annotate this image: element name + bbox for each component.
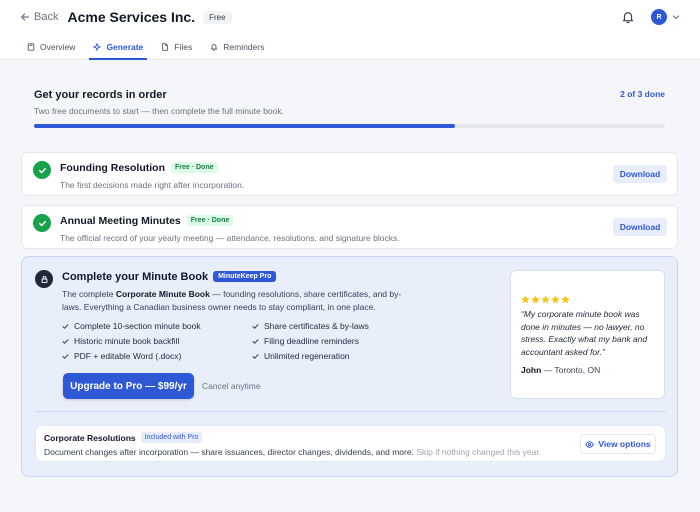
document-description: The first decisions made right after inc… — [60, 180, 245, 190]
star-icon — [541, 295, 550, 304]
corp-title: Corporate Resolutions — [44, 433, 136, 443]
document-title-row: Annual Meeting Minutes Free · Done — [60, 214, 234, 227]
author-name: John — [521, 365, 542, 375]
pro-title-row: Complete your Minute Book MinuteKeep Pro — [62, 270, 277, 283]
top-bar: Back Acme Services Inc. Free R — [0, 0, 700, 34]
tab-reminders[interactable]: Reminders — [206, 34, 268, 59]
document-title-row: Founding Resolution Free · Done — [60, 161, 218, 174]
document-card-annual-meeting-minutes: Annual Meeting Minutes Free · Done The of… — [21, 205, 678, 249]
user-avatar[interactable]: R — [651, 9, 667, 25]
eye-icon — [585, 440, 595, 448]
tab-label: Generate — [106, 41, 144, 52]
document-description: The official record of your yearly meeti… — [60, 233, 400, 243]
author-location: — Toronto, ON — [541, 365, 601, 375]
plan-badge: Free — [203, 10, 232, 24]
arrow-left-icon — [21, 13, 29, 21]
status-badge: Free · Done — [186, 214, 234, 226]
view-options-button[interactable]: View options — [580, 434, 656, 454]
document-title: Annual Meeting Minutes — [60, 215, 181, 227]
feature-item: Unlimited regeneration — [252, 351, 442, 361]
pro-desc-prefix: The complete — [62, 289, 116, 299]
done-check — [33, 214, 51, 232]
account-menu-toggle[interactable] — [672, 13, 680, 21]
feature-label: PDF + editable Word (.docx) — [74, 351, 182, 361]
tab-bar: Overview Generate Files Reminders — [0, 34, 700, 60]
back-button[interactable]: Back — [20, 11, 58, 23]
check-icon — [252, 323, 259, 329]
divider — [35, 411, 666, 412]
tab-label: Overview — [40, 41, 76, 52]
cancel-anytime-note: Cancel anytime — [202, 381, 261, 391]
check-icon — [38, 220, 46, 226]
tab-generate[interactable]: Generate — [89, 34, 148, 60]
status-badge: Free · Done — [170, 161, 218, 173]
book-icon — [27, 42, 35, 51]
feature-label: Unlimited regeneration — [264, 351, 350, 361]
included-badge: Included with Pro — [140, 432, 203, 444]
feature-label: Complete 10-section minute book — [74, 321, 201, 331]
pro-title: Complete your Minute Book — [62, 271, 209, 283]
bell-icon — [211, 43, 218, 51]
star-rating — [521, 295, 570, 304]
feature-item: PDF + editable Word (.docx) — [62, 351, 252, 361]
lock-icon — [41, 275, 47, 283]
progress-bar — [34, 124, 665, 128]
bell-icon — [622, 12, 634, 24]
company-name: Acme Services Inc. — [67, 9, 196, 25]
notifications-button[interactable] — [621, 10, 635, 24]
progress-subtitle: Two free documents to start — then compl… — [34, 106, 284, 116]
feature-label: Historic minute book backfill — [74, 336, 180, 346]
check-icon — [62, 353, 69, 359]
corporate-resolutions-card: Corporate Resolutions Included with Pro D… — [35, 425, 666, 462]
corp-desc-hint: Skip if nothing changed this year. — [413, 447, 542, 457]
back-label: Back — [34, 11, 59, 23]
download-button[interactable]: Download — [613, 218, 667, 236]
progress-bar-fill — [34, 124, 455, 128]
pro-description: The complete Corporate Minute Book — fou… — [62, 288, 412, 314]
progress-section: Get your records in order Two free docum… — [34, 89, 665, 128]
feature-label: Filing deadline reminders — [264, 336, 359, 346]
testimonial-author: John — Toronto, ON — [521, 365, 600, 375]
testimonial-card: “My corporate minute book was done in mi… — [510, 270, 665, 399]
lock-badge — [35, 270, 53, 288]
check-icon — [38, 167, 46, 173]
feature-item: Complete 10-section minute book — [62, 321, 252, 331]
feature-item: Historic minute book backfill — [62, 336, 252, 346]
document-title: Founding Resolution — [60, 162, 165, 174]
star-icon — [561, 295, 570, 304]
progress-title: Get your records in order — [34, 89, 167, 101]
corp-description: Document changes after incorporation — s… — [44, 447, 541, 457]
feature-item: Filing deadline reminders — [252, 336, 442, 346]
done-check — [33, 161, 51, 179]
tab-label: Reminders — [223, 41, 265, 52]
feature-list: Complete 10-section minute book Share ce… — [62, 321, 447, 361]
file-icon — [162, 42, 169, 51]
testimonial-quote: “My corporate minute book was done in mi… — [521, 309, 648, 357]
star-icon — [551, 295, 560, 304]
product-badge: MinuteKeep Pro — [213, 270, 277, 282]
star-icon — [521, 295, 530, 304]
progress-count: 2 of 3 done — [620, 89, 665, 99]
corp-desc-main: Document changes after incorporation — s… — [44, 447, 414, 457]
upgrade-button[interactable]: Upgrade to Pro — $99/yr — [63, 373, 194, 399]
tab-label: Files — [174, 41, 193, 52]
check-icon — [252, 353, 259, 359]
tab-overview[interactable]: Overview — [23, 34, 79, 59]
chevron-down-icon — [672, 15, 680, 20]
download-button[interactable]: Download — [613, 165, 667, 183]
view-options-label: View options — [598, 439, 651, 449]
tab-files[interactable]: Files — [157, 34, 196, 59]
pro-desc-bold: Corporate Minute Book — [115, 289, 210, 299]
corp-title-row: Corporate Resolutions Included with Pro — [44, 432, 203, 444]
pro-upsell-card: Complete your Minute Book MinuteKeep Pro … — [21, 256, 678, 477]
feature-item: Share certificates & by-laws — [252, 321, 442, 331]
document-card-founding-resolution: Founding Resolution Free · Done The first… — [21, 152, 678, 196]
check-icon — [62, 323, 69, 329]
check-icon — [62, 338, 69, 344]
sparkle-icon — [93, 42, 102, 51]
check-icon — [252, 338, 259, 344]
feature-label: Share certificates & by-laws — [264, 321, 369, 331]
star-icon — [531, 295, 540, 304]
